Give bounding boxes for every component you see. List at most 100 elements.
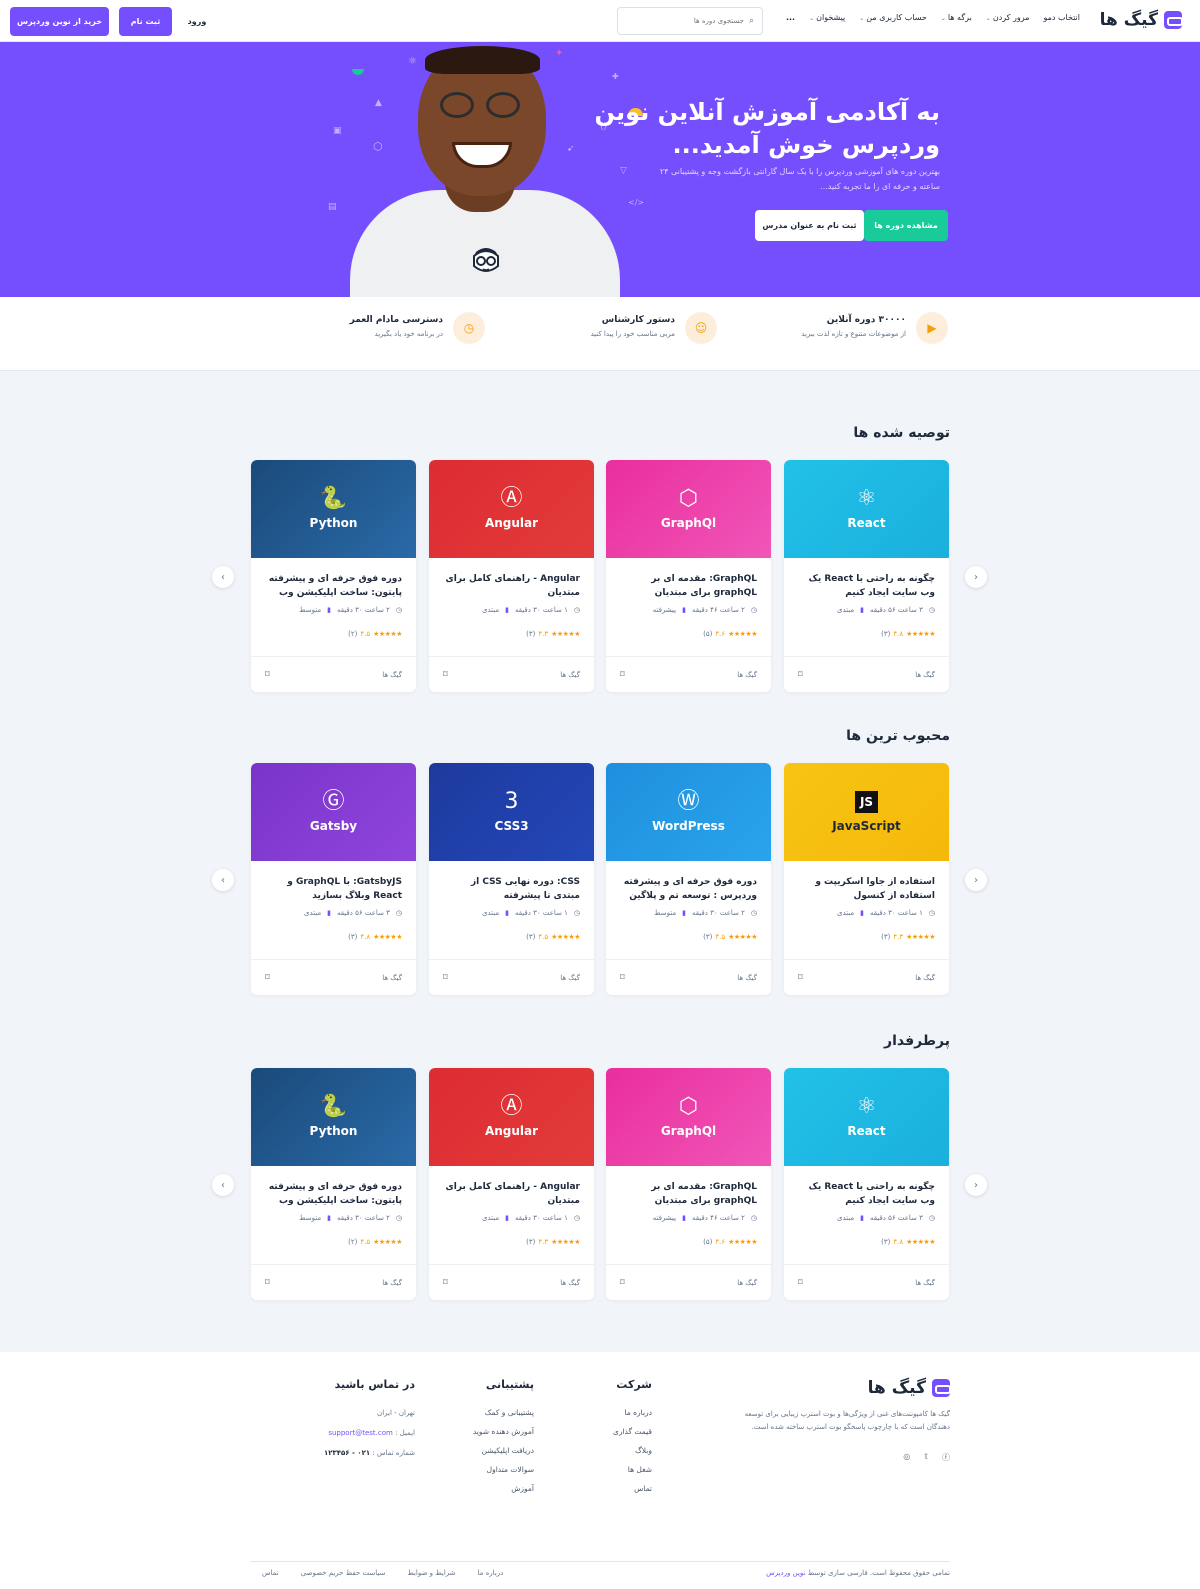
view-courses-button[interactable]: مشاهده دوره ها	[864, 210, 948, 241]
course-card[interactable]: Ⓦ WordPress دوره فوق حرفه ای و پیشرفته ورد…	[606, 763, 771, 995]
nav-item-pages[interactable]: برگه ها⌄	[941, 13, 972, 22]
copyright-link[interactable]: نوین وردپرس	[766, 1569, 805, 1577]
course-card[interactable]: 3 CSS3 CSS: دوره نهایی CSS از مبتدی تا پیش…	[429, 763, 594, 995]
course-title[interactable]: CSS: دوره نهایی CSS از مبتدی تا پیشرفته	[442, 875, 580, 903]
search-icon[interactable]: ⌕	[749, 16, 754, 26]
github-icon[interactable]: ◎	[903, 1452, 910, 1463]
course-author[interactable]: گیگ ها	[737, 974, 757, 982]
course-thumbnail[interactable]: 3 CSS3	[429, 763, 594, 861]
course-author[interactable]: گیگ ها	[915, 974, 935, 982]
footer-link[interactable]: آموزش	[414, 1479, 534, 1498]
footer-link[interactable]: شغل ها	[552, 1460, 652, 1479]
course-thumbnail[interactable]: ⚛ React	[784, 1068, 949, 1166]
course-thumbnail[interactable]: Ⓦ WordPress	[606, 763, 771, 861]
footer-link[interactable]: آموزش دهنده شوید	[414, 1422, 534, 1441]
course-card[interactable]: ⚛ React چگونه به راحتی با React یک وب سایت…	[784, 460, 949, 692]
course-thumbnail[interactable]: Ⓐ Angular	[429, 460, 594, 558]
nav-item-demo[interactable]: انتخاب دمو	[1043, 13, 1080, 22]
course-title[interactable]: Angular - راهنمای کامل برای مبتدیان	[442, 572, 580, 600]
course-card[interactable]: Ⓖ Gatsby GatsbyJS: با GraphQL و React وبلا…	[251, 763, 416, 995]
search-input[interactable]	[633, 17, 744, 25]
bookmark-icon[interactable]: ⌑	[620, 670, 625, 680]
signup-button[interactable]: ثبت نام	[119, 7, 172, 36]
course-thumbnail[interactable]: JS JavaScript	[784, 763, 949, 861]
course-thumbnail[interactable]: Ⓖ Gatsby	[251, 763, 416, 861]
bookmark-icon[interactable]: ⌑	[798, 670, 803, 680]
course-title[interactable]: دوره فوق حرفه ای و پیشرفته پایتون: ساخت …	[264, 572, 402, 600]
footer-link[interactable]: تماس	[552, 1479, 652, 1498]
footer-link[interactable]: قیمت گذاری	[552, 1422, 652, 1441]
become-instructor-button[interactable]: ثبت نام به عنوان مدرس	[755, 210, 864, 241]
footer-link[interactable]: وبلاگ	[552, 1441, 652, 1460]
course-card[interactable]: JS JavaScript استفاده از جاوا اسکریپت و اس…	[784, 763, 949, 995]
login-button[interactable]: ورود	[180, 8, 214, 34]
carousel-prev-arrow-icon[interactable]: ›	[965, 869, 987, 891]
course-author[interactable]: گیگ ها	[915, 1279, 935, 1287]
bookmark-icon[interactable]: ⌑	[798, 1278, 803, 1288]
course-author[interactable]: گیگ ها	[382, 671, 402, 679]
course-author[interactable]: گیگ ها	[915, 671, 935, 679]
course-thumbnail[interactable]: 🐍 Python	[251, 460, 416, 558]
bookmark-icon[interactable]: ⌑	[265, 670, 270, 680]
course-card[interactable]: 🐍 Python دوره فوق حرفه ای و پیشرفته پایتون…	[251, 460, 416, 692]
footer-link[interactable]: دریافت اپلیکیشن	[414, 1441, 534, 1460]
bookmark-icon[interactable]: ⌑	[443, 1278, 448, 1288]
bookmark-icon[interactable]: ⌑	[620, 973, 625, 983]
facebook-icon[interactable]: ⓕ	[942, 1452, 950, 1463]
course-author[interactable]: گیگ ها	[560, 671, 580, 679]
course-title[interactable]: دوره فوق حرفه ای و پیشرفته پایتون: ساخت …	[264, 1180, 402, 1208]
carousel-next-arrow-icon[interactable]: ‹	[212, 1174, 234, 1196]
bookmark-icon[interactable]: ⌑	[443, 973, 448, 983]
course-card[interactable]: Ⓐ Angular Angular - راهنمای کامل برای مبتد…	[429, 460, 594, 692]
twitter-icon[interactable]: 𝕥	[924, 1452, 928, 1463]
buy-button[interactable]: خرید از نوین وردپرس	[10, 7, 109, 36]
bookmark-icon[interactable]: ⌑	[265, 973, 270, 983]
footer-logo[interactable]: گیگ ها	[725, 1378, 951, 1398]
footer-bottom-link[interactable]: درباره ما	[478, 1569, 504, 1577]
nav-item-account[interactable]: حساب کاربری من⌄	[859, 13, 927, 22]
course-author[interactable]: گیگ ها	[382, 974, 402, 982]
footer-bottom-link[interactable]: تماس	[262, 1569, 279, 1577]
carousel-prev-arrow-icon[interactable]: ›	[965, 566, 987, 588]
course-title[interactable]: GraphQL: مقدمه ای بر graphQL برای مبتدیا…	[619, 572, 757, 600]
nav-item-more[interactable]: ...	[786, 13, 795, 22]
course-author[interactable]: گیگ ها	[737, 1279, 757, 1287]
bookmark-icon[interactable]: ⌑	[620, 1278, 625, 1288]
bookmark-icon[interactable]: ⌑	[798, 973, 803, 983]
footer-link[interactable]: پشتیبانی و کمک	[414, 1403, 534, 1422]
footer-link[interactable]: درباره ما	[552, 1403, 652, 1422]
course-title[interactable]: چگونه به راحتی با React یک وب سایت ایجاد…	[797, 572, 935, 600]
carousel-next-arrow-icon[interactable]: ‹	[212, 566, 234, 588]
course-thumbnail[interactable]: Ⓐ Angular	[429, 1068, 594, 1166]
course-author[interactable]: گیگ ها	[737, 671, 757, 679]
course-title[interactable]: Angular - راهنمای کامل برای مبتدیان	[442, 1180, 580, 1208]
bookmark-icon[interactable]: ⌑	[443, 670, 448, 680]
course-title[interactable]: GatsbyJS: با GraphQL و React وبلاگ بسازی…	[264, 875, 402, 903]
course-thumbnail[interactable]: ⬡ GraphQl	[606, 1068, 771, 1166]
footer-bottom-link[interactable]: سیاست حفظ حریم خصوصی	[301, 1569, 386, 1577]
course-author[interactable]: گیگ ها	[560, 974, 580, 982]
course-title[interactable]: دوره فوق حرفه ای و پیشرفته وردپرس : توسع…	[619, 875, 757, 903]
carousel-next-arrow-icon[interactable]: ‹	[212, 869, 234, 891]
course-card[interactable]: ⬡ GraphQl GraphQL: مقدمه ای بر graphQL برا…	[606, 1068, 771, 1300]
course-title[interactable]: GraphQL: مقدمه ای بر graphQL برای مبتدیا…	[619, 1180, 757, 1208]
footer-link[interactable]: سوالات متداول	[414, 1460, 534, 1479]
course-author[interactable]: گیگ ها	[382, 1279, 402, 1287]
course-card[interactable]: 🐍 Python دوره فوق حرفه ای و پیشرفته پایتون…	[251, 1068, 416, 1300]
brand-logo[interactable]: گیگ ها	[1100, 10, 1183, 30]
course-thumbnail[interactable]: ⚛ React	[784, 460, 949, 558]
course-card[interactable]: Ⓐ Angular Angular - راهنمای کامل برای مبتد…	[429, 1068, 594, 1300]
course-thumbnail[interactable]: 🐍 Python	[251, 1068, 416, 1166]
nav-item-browse[interactable]: مرور کردن⌄	[986, 13, 1030, 22]
course-card[interactable]: ⚛ React چگونه به راحتی با React یک وب سایت…	[784, 1068, 949, 1300]
footer-bottom-link[interactable]: شرایط و ضوابط	[407, 1569, 455, 1577]
course-title[interactable]: چگونه به راحتی با React یک وب سایت ایجاد…	[797, 1180, 935, 1208]
bookmark-icon[interactable]: ⌑	[265, 1278, 270, 1288]
course-thumbnail[interactable]: ⬡ GraphQl	[606, 460, 771, 558]
nav-item-dashboard[interactable]: پیشخوان⌄	[809, 13, 845, 22]
carousel-prev-arrow-icon[interactable]: ›	[965, 1174, 987, 1196]
contact-email[interactable]: support@test.com	[328, 1429, 393, 1437]
course-card[interactable]: ⬡ GraphQl GraphQL: مقدمه ای بر graphQL برا…	[606, 460, 771, 692]
course-title[interactable]: استفاده از جاوا اسکریپت و استفاده از کنس…	[797, 875, 935, 903]
course-author[interactable]: گیگ ها	[560, 1279, 580, 1287]
